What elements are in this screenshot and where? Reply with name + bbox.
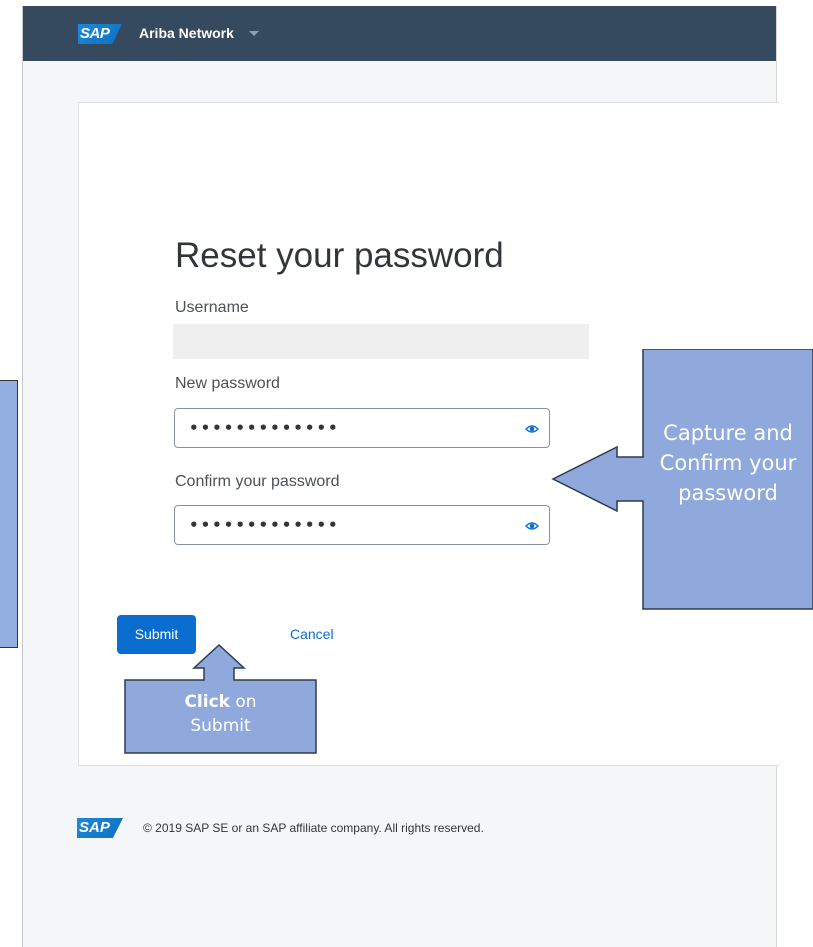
confirm-password-mask: •••••••••••••	[189, 516, 340, 534]
sap-logo-text: SAP	[80, 25, 110, 42]
callout-text-submit: Submit	[190, 716, 251, 736]
eye-icon[interactable]	[525, 519, 539, 533]
page-title: Reset your password	[175, 236, 504, 275]
chevron-down-icon[interactable]	[249, 31, 259, 36]
copyright-text: © 2019 SAP SE or an SAP affiliate compan…	[143, 821, 484, 835]
sap-logo[interactable]: SAP	[78, 24, 122, 44]
footer-sap-logo: SAP	[77, 818, 123, 838]
callout-text-on: on	[229, 692, 257, 712]
eye-icon[interactable]	[525, 422, 539, 436]
username-field	[173, 324, 589, 359]
callout-right-text: Capture and Confirm your password	[659, 421, 797, 505]
confirm-password-label: Confirm your password	[175, 473, 340, 490]
top-bar: SAP Ariba Network	[23, 6, 776, 61]
callout-box-left	[0, 380, 18, 648]
cancel-link[interactable]: Cancel	[290, 626, 334, 642]
username-label: Username	[175, 299, 249, 316]
callout-bottom-text: Click on Submit	[125, 690, 316, 738]
new-password-mask: •••••••••••••	[189, 419, 340, 437]
new-password-input[interactable]: •••••••••••••	[174, 408, 550, 448]
footer-logo-text: SAP	[79, 819, 110, 836]
confirm-password-input[interactable]: •••••••••••••	[174, 505, 550, 545]
callout-bold-word: Click	[184, 692, 230, 712]
new-password-label: New password	[175, 375, 280, 392]
app-title[interactable]: Ariba Network	[139, 25, 234, 41]
